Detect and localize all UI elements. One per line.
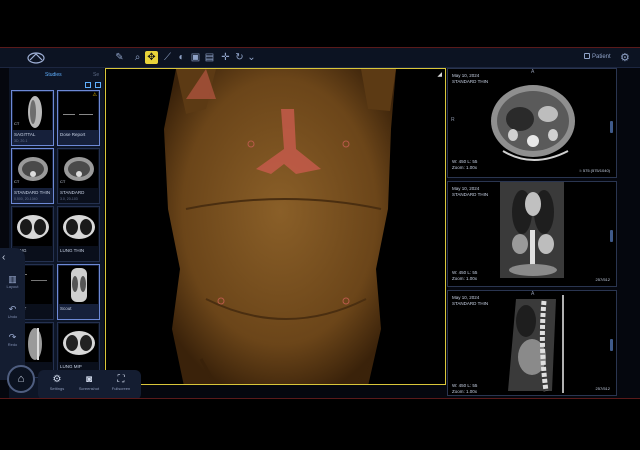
crosshair-icon[interactable]: ✛ — [219, 51, 232, 64]
thumbnail-image — [59, 208, 98, 246]
settings-gear-icon[interactable]: ⚙ — [620, 51, 630, 64]
camera-icon[interactable]: ▣ — [189, 51, 202, 64]
pencil-icon[interactable]: ✎ — [113, 51, 126, 64]
undo-button[interactable]: ↶ Undo — [2, 304, 23, 319]
home-button[interactable]: ⌂ — [7, 365, 35, 393]
screenshot-button[interactable]: ◙ Screenshot — [74, 374, 104, 391]
slice-scrollbar[interactable] — [610, 230, 613, 242]
series-thumbnail[interactable]: ⚠ Dose Report — [57, 90, 100, 146]
undo-icon: ↶ — [8, 304, 17, 314]
redo-button[interactable]: ↷ Redo — [2, 332, 23, 347]
series-thumbnail[interactable]: LUNG THIN — [57, 206, 100, 262]
thumbnail-image — [13, 208, 52, 246]
adjust-icon[interactable]: ⟋ — [161, 51, 174, 64]
series-thumbnail[interactable]: CT STANDARD THIN 0.500, 20-1040 — [11, 148, 54, 204]
layout-button[interactable]: ▥ Layout — [2, 274, 23, 289]
series-name: STANDARD THIN — [452, 192, 489, 197]
sagittal-viewport[interactable]: May 10, 2024 STANDARD THIN W: 450 L: 55 … — [447, 290, 617, 396]
home-icon: ⌂ — [17, 373, 25, 385]
studies-view-controls — [9, 80, 104, 90]
zoom-level: Zoom: 1.00x — [452, 165, 478, 170]
orientation-marker: R — [451, 117, 455, 123]
top-toolbar: ✎ ⌕ ✥ ⟋ ◐ ▣ ▤ ✛ ↻ ⌄ Patient ⚙ — [0, 48, 640, 68]
app-logo-icon — [27, 52, 45, 64]
series-thumbnail[interactable]: Scout — [57, 264, 100, 320]
series-name: STANDARD THIN — [452, 301, 489, 306]
layout-icon: ▥ — [8, 274, 17, 284]
series-name: STANDARD THIN — [452, 79, 489, 84]
patient-button[interactable]: Patient — [584, 53, 611, 60]
slice-indicator: I: 575 (575/1040) — [579, 168, 610, 173]
side-action-rail: ‹ ▥ Layout ↶ Undo ↷ Redo — [0, 248, 25, 380]
slice-scrollbar[interactable] — [610, 121, 613, 133]
orientation-marker: A — [531, 69, 535, 75]
pan-tool-button[interactable]: ✥ — [145, 51, 158, 64]
gear-icon: ⚙ — [52, 374, 62, 385]
settings-button[interactable]: ⚙ Settings — [42, 374, 72, 391]
volume-render-viewport[interactable]: ◢ ↳ L — [105, 68, 446, 385]
image-icon[interactable]: ▤ — [203, 51, 216, 64]
thumbnail-image — [59, 324, 98, 362]
chevron-down-icon[interactable]: ⌄ — [245, 51, 258, 64]
volume-render-image — [164, 69, 396, 384]
zoom-level: Zoom: 1.00x — [452, 276, 478, 281]
redo-icon: ↷ — [8, 332, 17, 342]
axial-viewport[interactable]: May 10, 2024 STANDARD THIN W: 450 L: 55 … — [447, 68, 617, 178]
bottom-dock: ⚙ Settings ◙ Screenshot ⛶ Fullscreen — [38, 370, 141, 398]
fullscreen-icon: ⛶ — [117, 374, 125, 385]
slice-scrollbar[interactable] — [610, 339, 613, 351]
slice-indicator: 257/512 — [595, 386, 610, 391]
coronal-viewport[interactable]: May 10, 2024 STANDARD THIN W: 450 L: 55 … — [447, 181, 617, 287]
grid-view-icon[interactable] — [95, 82, 101, 88]
slice-indicator: 257/512 — [595, 277, 610, 282]
thumbnail-image — [59, 266, 98, 304]
search-icon[interactable]: ⌕ — [131, 51, 144, 64]
chevron-left-icon[interactable]: ‹ — [2, 252, 10, 263]
series-thumbnail[interactable]: CT STANDARD 3.0, 20-103 — [57, 148, 100, 204]
tab-series[interactable]: Se — [93, 72, 99, 78]
studies-tabs: Studies Se — [9, 68, 104, 80]
viewer-app: ✎ ⌕ ✥ ⟋ ◐ ▣ ▤ ✛ ↻ ⌄ Patient ⚙ Studies Se… — [0, 47, 640, 399]
fullscreen-button[interactable]: ⛶ Fullscreen — [106, 374, 136, 391]
contrast-icon[interactable]: ◐ — [175, 51, 188, 64]
tab-studies[interactable]: Studies — [45, 72, 62, 78]
camera-icon: ◙ — [85, 374, 93, 385]
viewport-options-icon[interactable]: ◢ — [437, 71, 442, 78]
zoom-level: Zoom: 1.00x — [452, 389, 478, 394]
patient-icon — [584, 53, 590, 59]
orientation-marker: A — [531, 291, 535, 297]
list-view-icon[interactable] — [85, 82, 91, 88]
series-thumbnail[interactable]: CT SAGITTAL 3D, 20-1 — [11, 90, 54, 146]
warning-icon: ⚠ — [92, 92, 97, 98]
